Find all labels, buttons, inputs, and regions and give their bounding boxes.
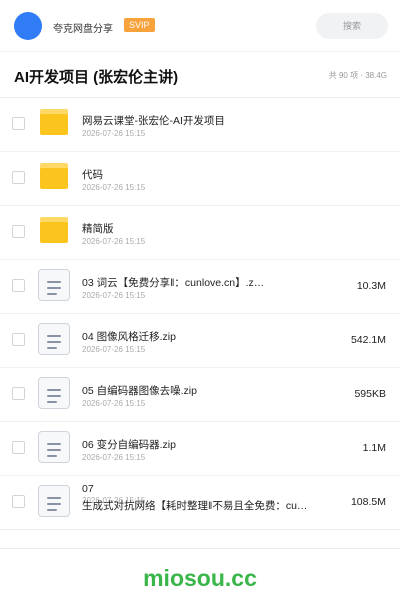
select-checkbox[interactable]: [12, 117, 25, 130]
item-date: 2026-07-26 15:15: [82, 237, 146, 246]
avatar[interactable]: [14, 12, 42, 40]
select-checkbox[interactable]: [12, 333, 25, 346]
list-item[interactable]: 代码 2026-07-26 15:15: [0, 152, 400, 206]
item-date: 2026-07-26 15:15: [82, 453, 146, 462]
select-checkbox[interactable]: [12, 279, 25, 292]
item-size: 1.1M: [362, 442, 386, 454]
item-size: 595KB: [354, 388, 386, 400]
account-name: 夸克网盘分享: [53, 24, 113, 35]
folder-header: AI开发项目 (张宏伦主讲) 共 90 项 · 38.4G: [0, 52, 400, 98]
list-item[interactable]: 精简版 2026-07-26 15:15: [0, 206, 400, 260]
item-date: 2026-07-26 15:15: [82, 129, 146, 138]
item-name-line: 生成式对抗网络【耗时整理‖不易且全免费：cu…: [82, 500, 308, 512]
list-item[interactable]: 2026-07-26 15:15 07 生成式对抗网络【耗时整理‖不易且全免费：…: [0, 476, 400, 530]
item-date: 2026-07-26 15:15: [82, 291, 146, 300]
page-title: AI开发项目 (张宏伦主讲): [14, 69, 179, 86]
item-date: 2026-07-26 15:15: [82, 183, 146, 192]
file-list: 网易云课堂-张宏伦-AI开发项目 2026-07-26 15:15 代码 202…: [0, 98, 400, 530]
list-item[interactable]: 05 自编码器图像去噪.zip 2026-07-26 15:15 595KB: [0, 368, 400, 422]
item-name: 代码: [82, 169, 103, 181]
list-item[interactable]: 网易云课堂-张宏伦-AI开发项目 2026-07-26 15:15: [0, 98, 400, 152]
folder-icon: [40, 109, 68, 135]
item-name: 04 图像风格迁移.zip: [82, 331, 176, 343]
item-size: 10.3M: [356, 280, 386, 292]
top-bar: 夸克网盘分享 SVIP 搜索: [0, 0, 400, 52]
folder-icon: [40, 163, 68, 189]
item-name: 精简版: [82, 223, 114, 235]
item-name: 07 生成式对抗网络【耗时整理‖不易且全免费：cu…: [82, 481, 332, 515]
item-name: 网易云课堂-张宏伦-AI开发项目: [82, 115, 225, 127]
folder-icon: [40, 217, 68, 243]
item-size: 542.1M: [350, 334, 386, 346]
select-checkbox[interactable]: [12, 387, 25, 400]
search-input[interactable]: 搜索: [316, 13, 388, 39]
select-checkbox[interactable]: [12, 495, 25, 508]
list-item[interactable]: 03 词云【免费分享‖：cunlove.cn】.z… 2026-07-26 15…: [0, 260, 400, 314]
list-item[interactable]: 04 图像风格迁移.zip 2026-07-26 15:15 542.1M: [0, 314, 400, 368]
footer: miosou.cc: [0, 548, 400, 600]
item-summary: 共 90 项 · 38.4G: [328, 71, 387, 80]
select-checkbox[interactable]: [12, 171, 25, 184]
svip-badge: SVIP: [124, 18, 155, 32]
select-checkbox[interactable]: [12, 441, 25, 454]
item-name: 05 自编码器图像去噪.zip: [82, 385, 197, 397]
select-checkbox[interactable]: [12, 225, 25, 238]
document-icon: [38, 377, 70, 409]
item-date: 2026-07-26 15:15: [82, 345, 146, 354]
document-icon: [38, 323, 70, 355]
document-icon: [38, 431, 70, 463]
watermark: miosou.cc: [143, 565, 257, 591]
item-name-line: 07: [82, 483, 94, 495]
item-name: 03 词云【免费分享‖：cunlove.cn】.z…: [82, 277, 265, 289]
item-size: 108.5M: [350, 496, 386, 508]
item-name: 06 变分自编码器.zip: [82, 439, 176, 451]
document-icon: [38, 269, 70, 301]
item-date: 2026-07-26 15:15: [82, 399, 146, 408]
document-icon: [38, 485, 70, 517]
list-item[interactable]: 06 变分自编码器.zip 2026-07-26 15:15 1.1M: [0, 422, 400, 476]
